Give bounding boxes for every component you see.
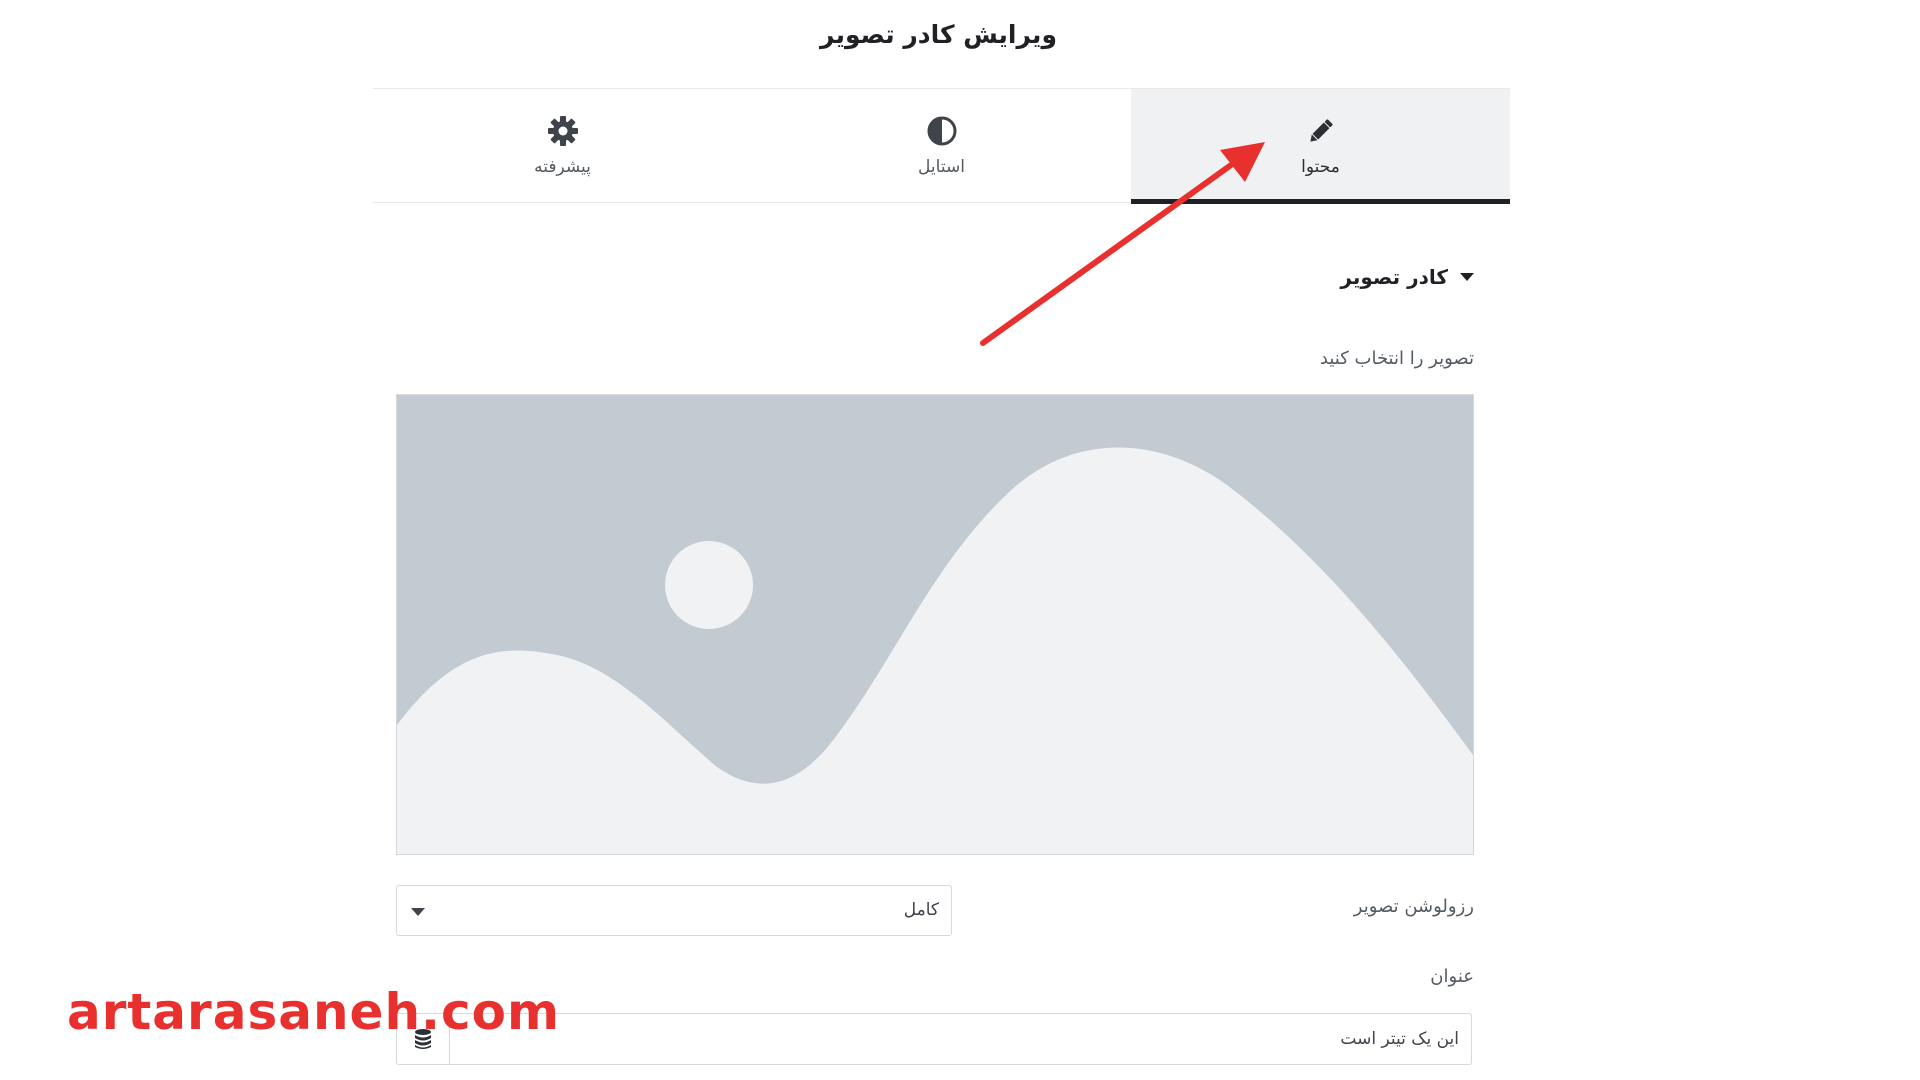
resolution-label: رزولوشن تصویر bbox=[1353, 896, 1474, 917]
page-title: ویرایش کادر تصویر bbox=[820, 20, 1057, 49]
title-input[interactable] bbox=[450, 1014, 1471, 1064]
contrast-icon bbox=[927, 116, 956, 145]
resolution-select-value: کامل bbox=[903, 900, 939, 920]
caret-down-icon bbox=[1460, 273, 1474, 281]
chevron-down-icon bbox=[411, 908, 425, 916]
site-watermark: artarasaneh.com bbox=[67, 983, 561, 1041]
tab-style-label: استایل bbox=[918, 156, 965, 177]
tab-bar: محتوا استایل پیشرفته bbox=[373, 88, 1510, 204]
section-title: کادر تصویر bbox=[1340, 265, 1448, 289]
section-toggle-image-box[interactable]: کادر تصویر bbox=[1340, 265, 1474, 289]
gear-icon bbox=[547, 115, 578, 146]
resolution-select[interactable]: کامل bbox=[396, 885, 952, 936]
title-field-label: عنوان bbox=[1430, 966, 1474, 987]
choose-image-label: تصویر را انتخاب کنید bbox=[1319, 348, 1474, 369]
tab-content[interactable]: محتوا bbox=[1131, 89, 1510, 204]
tab-advanced[interactable]: پیشرفته bbox=[373, 89, 752, 202]
image-placeholder-icon bbox=[397, 395, 1473, 854]
image-picker[interactable] bbox=[396, 394, 1474, 855]
pencil-icon bbox=[1309, 118, 1333, 142]
tab-advanced-label: پیشرفته bbox=[534, 156, 591, 177]
tab-style[interactable]: استایل bbox=[752, 89, 1131, 202]
tab-content-label: محتوا bbox=[1301, 156, 1340, 177]
